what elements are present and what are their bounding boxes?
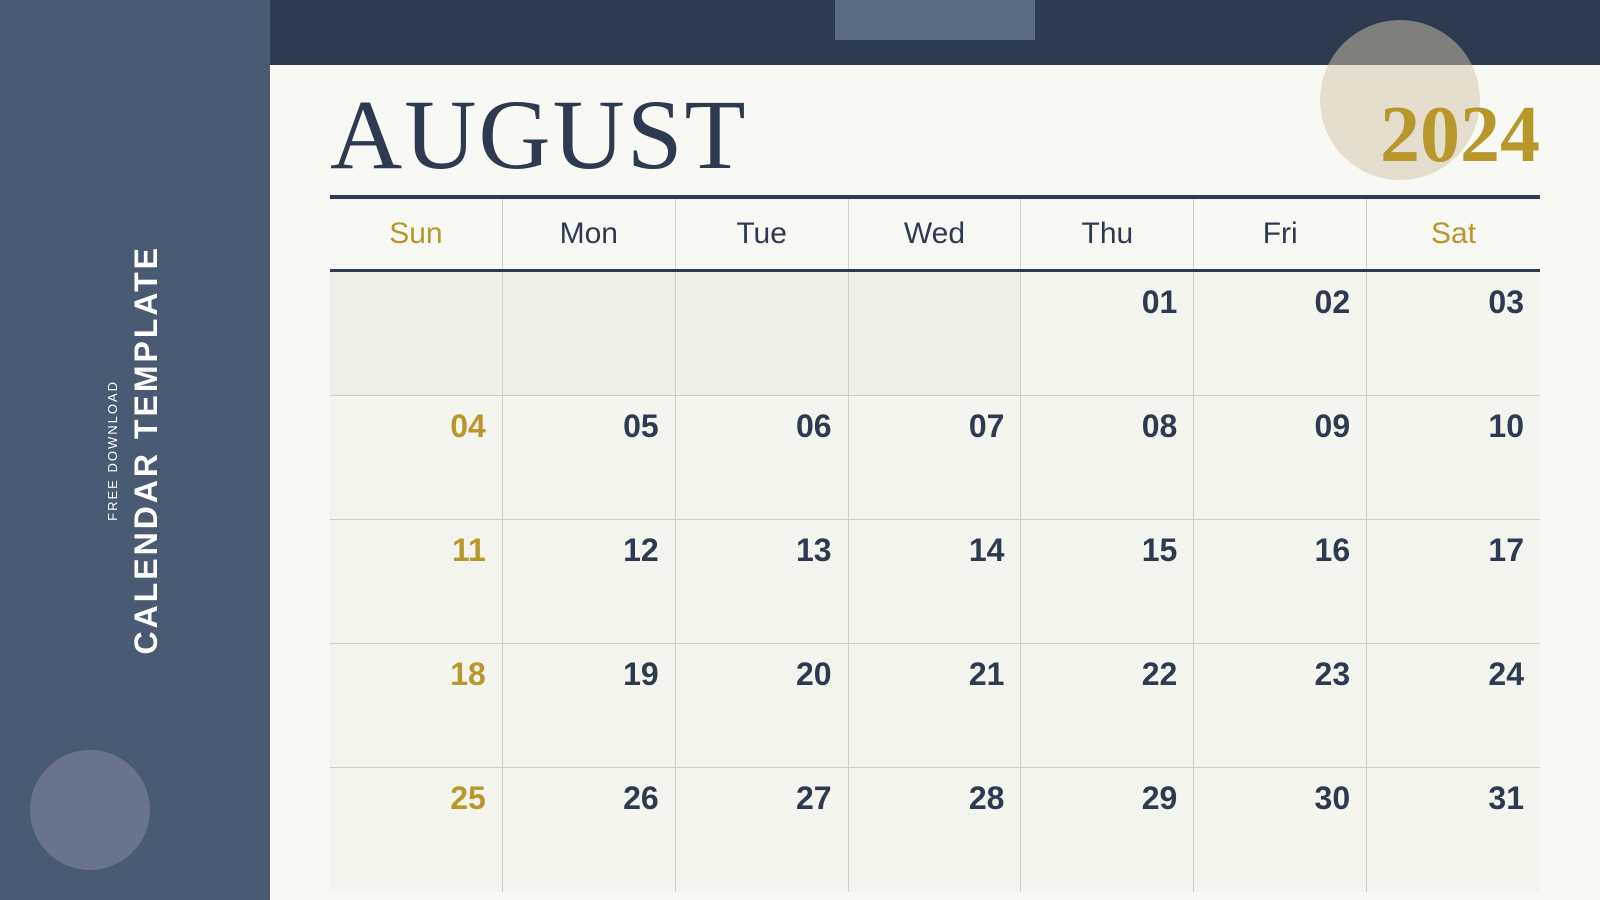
calendar-grid: 01 02 03 04 05 06 07 08 09 10 11 12 13 14 15 16 17 18 19 20…	[330, 272, 1540, 892]
calendar-day: 20	[676, 644, 849, 767]
calendar-day: 09	[1194, 396, 1367, 519]
day-number: 23	[1210, 656, 1350, 693]
day-number: 27	[692, 780, 832, 817]
calendar-day: 14	[849, 520, 1022, 643]
calendar-day: 23	[1194, 644, 1367, 767]
calendar-day	[849, 272, 1022, 395]
calendar-day: 19	[503, 644, 676, 767]
day-number: 21	[865, 656, 1005, 693]
sidebar: FREE DOWNLOAD CALENDAR TEMPLATE	[0, 0, 270, 900]
day-number: 09	[1210, 408, 1350, 445]
calendar-day: 05	[503, 396, 676, 519]
day-number: 06	[692, 408, 832, 445]
day-number: 19	[519, 656, 659, 693]
day-number: 05	[519, 408, 659, 445]
sidebar-circle-decoration	[30, 750, 150, 870]
day-headers: SunMonTueWedThuFriSat	[330, 199, 1540, 272]
calendar-day: 12	[503, 520, 676, 643]
calendar-day: 02	[1194, 272, 1367, 395]
top-bar-notch	[835, 0, 1035, 40]
calendar-day: 25	[330, 768, 503, 892]
day-header-wed: Wed	[849, 199, 1022, 269]
day-header-sat: Sat	[1367, 199, 1540, 269]
day-header-tue: Tue	[676, 199, 849, 269]
day-number: 14	[865, 532, 1005, 569]
day-number: 17	[1383, 532, 1524, 569]
calendar-week-2: 04 05 06 07 08 09 10	[330, 396, 1540, 520]
day-header-mon: Mon	[503, 199, 676, 269]
day-number: 12	[519, 532, 659, 569]
calendar-day: 30	[1194, 768, 1367, 892]
day-number: 02	[1210, 284, 1350, 321]
day-number: 26	[519, 780, 659, 817]
calendar-day: 15	[1021, 520, 1194, 643]
calendar-week-1: 01 02 03	[330, 272, 1540, 396]
calendar-day: 27	[676, 768, 849, 892]
calendar-header: AUGUST 2024	[330, 85, 1540, 195]
month-title: AUGUST	[330, 85, 748, 185]
day-number: 29	[1037, 780, 1177, 817]
calendar-week-4: 18 19 20 21 22 23 24	[330, 644, 1540, 768]
day-number: 15	[1037, 532, 1177, 569]
day-number: 31	[1383, 780, 1524, 817]
calendar-week-3: 11 12 13 14 15 16 17	[330, 520, 1540, 644]
day-number: 08	[1037, 408, 1177, 445]
calendar-day: 29	[1021, 768, 1194, 892]
day-number: 13	[692, 532, 832, 569]
free-download-label: FREE DOWNLOAD	[105, 380, 120, 521]
calendar-day: 06	[676, 396, 849, 519]
day-number: 04	[346, 408, 486, 445]
year-title: 2024	[1380, 95, 1540, 175]
day-number: 24	[1383, 656, 1524, 693]
calendar-day: 13	[676, 520, 849, 643]
sidebar-text: FREE DOWNLOAD CALENDAR TEMPLATE	[105, 245, 165, 655]
calendar-day: 18	[330, 644, 503, 767]
day-number: 20	[692, 656, 832, 693]
calendar-day: 04	[330, 396, 503, 519]
calendar-content: AUGUST 2024 SunMonTueWedThuFriSat 010203…	[270, 65, 1600, 900]
day-header-thu: Thu	[1021, 199, 1194, 269]
day-number: 25	[346, 780, 486, 817]
day-header-sun: Sun	[330, 199, 503, 269]
day-number: 30	[1210, 780, 1350, 817]
calendar-day: 16	[1194, 520, 1367, 643]
calendar-day: 26	[503, 768, 676, 892]
calendar-day	[676, 272, 849, 395]
day-number: 22	[1037, 656, 1177, 693]
day-number: 11	[346, 532, 486, 569]
calendar-template-label: CALENDAR TEMPLATE	[128, 245, 165, 655]
calendar-week-5: 25 26 27 28 29 30 31	[330, 768, 1540, 892]
calendar-day	[503, 272, 676, 395]
day-number: 18	[346, 656, 486, 693]
calendar-day: 10	[1367, 396, 1540, 519]
day-number: 03	[1383, 284, 1524, 321]
calendar-day: 21	[849, 644, 1022, 767]
calendar-day: 03	[1367, 272, 1540, 395]
day-number: 07	[865, 408, 1005, 445]
calendar-day: 22	[1021, 644, 1194, 767]
day-header-fri: Fri	[1194, 199, 1367, 269]
calendar-day: 31	[1367, 768, 1540, 892]
calendar-day	[330, 272, 503, 395]
calendar-area: AUGUST 2024 SunMonTueWedThuFriSat 010203…	[270, 0, 1600, 900]
calendar-day: 11	[330, 520, 503, 643]
day-number: 01	[1037, 284, 1177, 321]
calendar-day: 24	[1367, 644, 1540, 767]
day-number: 10	[1383, 408, 1524, 445]
calendar-day: 01	[1021, 272, 1194, 395]
calendar-day: 17	[1367, 520, 1540, 643]
day-number: 16	[1210, 532, 1350, 569]
calendar-day: 08	[1021, 396, 1194, 519]
day-number: 28	[865, 780, 1005, 817]
calendar-day: 28	[849, 768, 1022, 892]
calendar-day: 07	[849, 396, 1022, 519]
